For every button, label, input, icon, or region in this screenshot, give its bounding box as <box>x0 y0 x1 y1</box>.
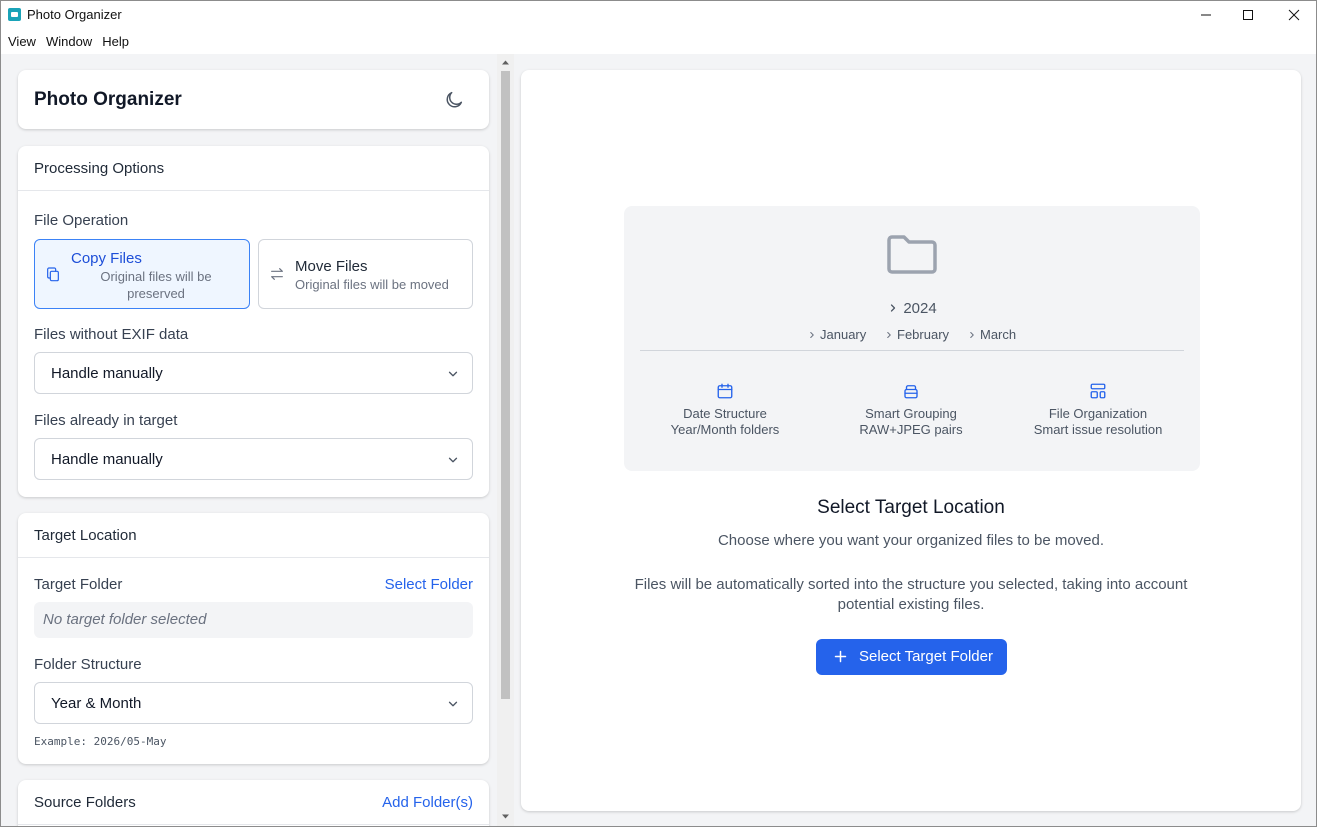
calendar-icon <box>717 383 733 399</box>
month-nodes: January February March <box>624 327 1200 345</box>
plus-icon <box>834 650 847 663</box>
moon-icon <box>446 91 463 108</box>
no-target-folder-text: No target folder selected <box>43 611 207 628</box>
feature-file-organization: File Organization Smart issue resolution <box>1018 382 1178 438</box>
layout-icon <box>1090 383 1106 399</box>
divider <box>18 557 489 558</box>
no-exif-select[interactable]: Handle manually <box>34 352 473 394</box>
target-folder-label: Target Folder <box>34 576 123 593</box>
processing-options-title: Processing Options <box>34 160 165 177</box>
move-files-title: Move Files <box>295 258 368 275</box>
select-target-folder-label: Select Target Folder <box>859 648 993 665</box>
move-files-subtitle: Original files will be moved <box>295 277 449 292</box>
year-node: 2024 <box>624 300 1200 317</box>
minimize-button[interactable] <box>1183 1 1229 29</box>
add-folders-link[interactable]: Add Folder(s) <box>382 794 473 811</box>
feature-title: Smart Grouping <box>865 406 957 421</box>
left-panel-scrollbar[interactable] <box>497 54 514 826</box>
divider <box>18 190 489 191</box>
folder-structure-value: Year & Month <box>51 695 142 712</box>
month-label: January <box>820 327 867 342</box>
folder-structure-select[interactable]: Year & Month <box>34 682 473 724</box>
copy-files-subtitle-2: preserved <box>127 286 185 301</box>
scrollbar-thumb[interactable] <box>501 71 510 699</box>
app-title: Photo Organizer <box>34 89 182 110</box>
in-target-select[interactable]: Handle manually <box>34 438 473 480</box>
feature-title: File Organization <box>1048 406 1148 421</box>
in-target-label: Files already in target <box>34 412 178 429</box>
folder-structure-example: Example: 2026/05-May <box>34 735 167 748</box>
close-icon <box>1288 9 1300 21</box>
title-bar: Photo Organizer <box>1 1 1316 29</box>
target-location-title: Target Location <box>34 527 137 544</box>
left-panel: Photo Organizer Processing Options File … <box>3 54 497 826</box>
folder-structure-label: Folder Structure <box>34 656 142 673</box>
month-node: March <box>967 327 1016 342</box>
structure-preview: 2024 January February March Date Structu… <box>624 206 1200 471</box>
source-folders-title: Source Folders <box>34 794 136 811</box>
window-title: Photo Organizer <box>27 7 122 22</box>
no-exif-label: Files without EXIF data <box>34 326 189 343</box>
feature-smart-grouping: Smart Grouping RAW+JPEG pairs <box>831 382 991 438</box>
chevron-right-icon <box>887 331 891 339</box>
chevron-right-icon <box>891 304 896 312</box>
source-folders-card: Source Folders Add Folder(s) <box>18 780 489 826</box>
feature-subtitle: Year/Month folders <box>670 422 780 437</box>
copy-icon <box>47 267 59 282</box>
chevron-down-icon <box>448 371 458 377</box>
target-folder-display: No target folder selected <box>34 602 473 638</box>
feature-subtitle: RAW+JPEG pairs <box>859 422 963 437</box>
menu-view[interactable]: View <box>3 29 41 54</box>
chevron-right-icon <box>970 331 974 339</box>
menu-help[interactable]: Help <box>97 29 134 54</box>
month-label: February <box>897 327 950 342</box>
app-window: Photo Organizer View Window Help Photo O… <box>0 0 1317 827</box>
header-card: Photo Organizer <box>18 70 489 129</box>
chevron-down-icon <box>448 701 458 707</box>
scroll-down-arrow-icon[interactable] <box>501 812 510 821</box>
month-node: January <box>807 327 866 342</box>
app-logo-icon <box>8 8 21 21</box>
in-target-select-value: Handle manually <box>51 451 163 468</box>
move-files-option[interactable]: Move Files Original files will be moved <box>258 239 473 309</box>
maximize-button[interactable] <box>1225 1 1271 29</box>
feature-date-structure: Date Structure Year/Month folders <box>645 382 805 438</box>
feature-title: Date Structure <box>683 406 767 421</box>
swap-arrows-icon <box>271 268 283 280</box>
scroll-up-arrow-icon[interactable] <box>501 58 510 67</box>
month-node: February <box>884 327 949 342</box>
copy-files-option[interactable]: Copy Files Original files will be preser… <box>34 239 250 309</box>
chevron-down-icon <box>448 457 458 463</box>
maximize-icon <box>1243 10 1253 20</box>
theme-toggle-button[interactable] <box>443 89 465 111</box>
divider <box>640 350 1184 351</box>
select-folder-link[interactable]: Select Folder <box>385 576 473 593</box>
target-location-card: Target Location Target Folder Select Fol… <box>18 513 489 764</box>
folder-icon <box>887 235 937 274</box>
copy-files-subtitle-1: Original files will be <box>100 269 212 284</box>
divider <box>18 824 489 825</box>
main-description-2: Files will be automatically sorted into … <box>634 576 1188 613</box>
main-title: Select Target Location <box>817 497 1005 518</box>
copy-files-title: Copy Files <box>71 250 142 267</box>
processing-options-card: Processing Options File Operation Copy F… <box>18 146 489 497</box>
year-label: 2024 <box>903 300 937 317</box>
main-description: Choose where you want your organized fil… <box>717 532 1105 549</box>
file-operation-label: File Operation <box>34 212 129 229</box>
feature-subtitle: Smart issue resolution <box>1033 422 1163 437</box>
month-label: March <box>980 327 1017 342</box>
minimize-icon <box>1201 14 1211 16</box>
layers-icon <box>904 385 918 399</box>
menu-window[interactable]: Window <box>41 29 97 54</box>
main-panel: 2024 January February March Date Structu… <box>521 70 1301 811</box>
no-exif-select-value: Handle manually <box>51 365 163 382</box>
close-button[interactable] <box>1271 1 1317 29</box>
select-target-folder-button[interactable]: Select Target Folder <box>816 639 1007 675</box>
menu-bar: View Window Help <box>1 29 1316 54</box>
chevron-right-icon <box>810 331 814 339</box>
